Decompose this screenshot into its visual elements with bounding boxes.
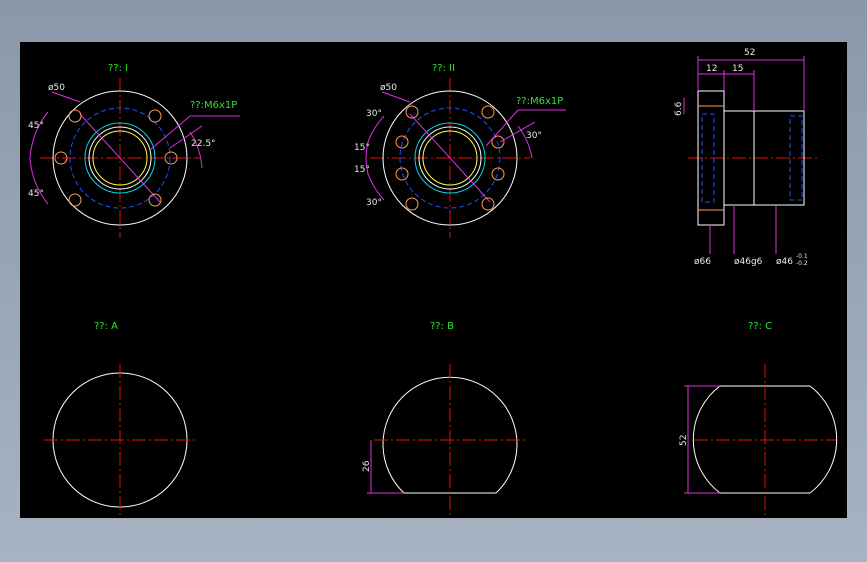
view-i-angle-bottom: 45° [28, 189, 44, 199]
view-ii-pcd-leader [381, 91, 411, 103]
view-ii-angle-30-top: 30° [366, 109, 382, 119]
view-i-pcd-leader [51, 91, 81, 103]
bolt-hole [395, 167, 409, 181]
view-ii-angle-15-b: 15° [354, 165, 370, 175]
view-i-angle-arc-top [29, 111, 49, 159]
view-ii-angle-right: 30° [526, 131, 542, 141]
side-dim-52: 52 [744, 48, 755, 58]
view-a: ??: A [44, 321, 196, 516]
view-i-thread-leader [149, 115, 191, 151]
side-dim-6-6: 6.6 [674, 101, 684, 116]
view-b-title: ??: B [430, 321, 454, 332]
view-i-title: ??: I [108, 63, 128, 74]
side-dim-d46g6: ø46g6 [734, 257, 763, 267]
view-ii-angle-arc-1 [367, 115, 385, 143]
side-dim-tol-upper: -0.1 [796, 253, 808, 260]
side-dim-d66: ø66 [694, 257, 711, 267]
side-dim-15: 15 [732, 64, 743, 74]
view-c-title: ??: C [748, 321, 772, 332]
bolt-hole [395, 135, 409, 149]
view-ii-pcd-label: ø50 [380, 83, 397, 93]
view-ii: ??: II ??:M6x1P ø50 30° 15° 15° 30° 30° [354, 63, 566, 238]
view-ii-title: ??: II [432, 63, 455, 74]
view-b-dim-26: 26 [362, 460, 372, 472]
bolt-hole [491, 167, 505, 181]
view-i-angle-top: 45° [28, 121, 44, 131]
view-ii-thread-label: ??:M6x1P [516, 96, 563, 107]
bolt-hole [68, 109, 82, 123]
bolt-hole [148, 109, 162, 123]
view-i: ??: I ??:M6x1P ø50 45° 45° 22.5° [28, 63, 240, 238]
side-dim-tol-lower: -0.2 [796, 260, 808, 267]
side-view: 52 12 15 6.6 ø66 ø46g6 ø46 -0.1 -0.2 [674, 48, 820, 267]
view-i-pcd-label: ø50 [48, 83, 65, 93]
view-i-angle-arc-right [189, 131, 203, 169]
view-ii-angle-15-a: 15° [354, 143, 370, 153]
view-ii-angle-30-bottom: 30° [366, 198, 382, 208]
bolt-hole [481, 105, 495, 119]
view-a-title: ??: A [94, 321, 118, 332]
view-i-thread-label: ??:M6x1P [190, 100, 237, 111]
side-dim-12: 12 [706, 64, 717, 74]
view-ii-angle-arc-4 [367, 173, 385, 201]
view-c: ??: C 52 [679, 321, 838, 516]
bolt-hole [405, 197, 419, 211]
cad-drawing: ??: I ??:M6x1P ø50 45° 45° 22.5° ??: II … [28, 48, 838, 516]
side-dim-d46: ø46 [776, 257, 793, 267]
bolt-hole [68, 193, 82, 207]
view-b: ??: B 26 [362, 321, 526, 516]
drawing-canvas: ??: I ??:M6x1P ø50 45° 45° 22.5° ??: II … [20, 42, 847, 518]
view-c-dim-52: 52 [679, 435, 689, 446]
view-i-angle-right: 22.5° [191, 139, 216, 149]
